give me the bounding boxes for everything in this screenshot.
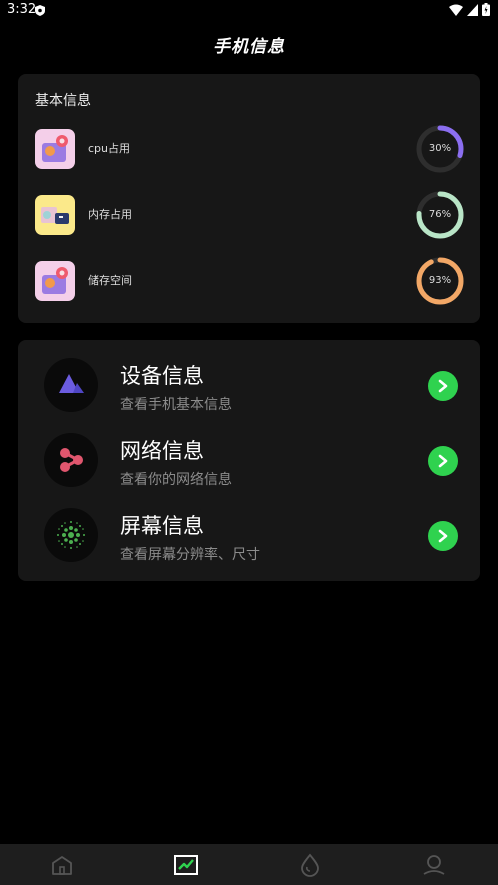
status-time: 3:32 [7, 2, 37, 17]
info-subtitle: 查看你的网络信息 [120, 472, 232, 488]
screen-avatar [44, 508, 98, 562]
wifi-icon [449, 4, 463, 16]
cpu-usage-row: cpu占用 30% [35, 125, 465, 173]
usage-label: cpu占用 [88, 142, 131, 155]
basic-info-title: 基本信息 [35, 93, 91, 109]
nav-home[interactable] [0, 844, 124, 885]
memory-usage-row: 内存占用 76% [35, 191, 465, 239]
user-icon [423, 854, 445, 875]
usage-label: 内存占用 [88, 208, 132, 221]
nav-profile[interactable] [372, 844, 496, 885]
network-info-row[interactable]: 网络信息 查看你的网络信息 [44, 429, 464, 489]
network-info-arrow-button[interactable] [428, 446, 458, 476]
storage-illustration-icon [35, 261, 75, 301]
chart-icon [174, 854, 198, 875]
nav-stats[interactable] [124, 844, 248, 885]
info-title: 设备信息 [120, 364, 204, 388]
battery-icon [482, 3, 490, 16]
info-subtitle: 查看手机基本信息 [120, 397, 232, 413]
device-avatar [44, 358, 98, 412]
usage-percent: 30% [428, 143, 452, 154]
nav-discover[interactable] [248, 844, 372, 885]
network-nodes-icon [60, 448, 83, 472]
chevron-right-icon [438, 379, 448, 393]
cpu-illustration-icon [35, 129, 75, 169]
usage-percent: 76% [428, 209, 452, 220]
cell-signal-icon [467, 3, 478, 16]
drop-icon [301, 853, 319, 877]
page-title: 手机信息 [213, 37, 285, 57]
info-title: 屏幕信息 [120, 514, 204, 538]
home-icon [52, 855, 72, 875]
basic-info-card: 基本信息 cpu占用 30% 内存占用 76% 储存空间 93% [18, 74, 480, 323]
usage-label: 储存空间 [88, 274, 132, 287]
screen-info-arrow-button[interactable] [428, 521, 458, 551]
usage-percent: 93% [428, 275, 452, 286]
info-list-card: 设备信息 查看手机基本信息 网络信息 查看你的网络信息 屏幕信息 查看屏幕分辨率… [18, 340, 480, 581]
network-avatar [44, 433, 98, 487]
screen-info-row[interactable]: 屏幕信息 查看屏幕分辨率、尺寸 [44, 504, 464, 564]
storage-usage-row: 储存空间 93% [35, 257, 465, 305]
device-info-row[interactable]: 设备信息 查看手机基本信息 [44, 354, 464, 414]
screen-dots-icon [57, 521, 85, 549]
device-info-arrow-button[interactable] [428, 371, 458, 401]
memory-illustration-icon [35, 195, 75, 235]
info-title: 网络信息 [120, 439, 204, 463]
status-bar: 3:32 [0, 0, 498, 22]
bottom-navigation [0, 844, 498, 885]
chevron-right-icon [438, 529, 448, 543]
triangle-logo-icon [59, 374, 84, 393]
chevron-right-icon [438, 454, 448, 468]
shield-icon [35, 5, 45, 16]
info-subtitle: 查看屏幕分辨率、尺寸 [120, 547, 260, 563]
